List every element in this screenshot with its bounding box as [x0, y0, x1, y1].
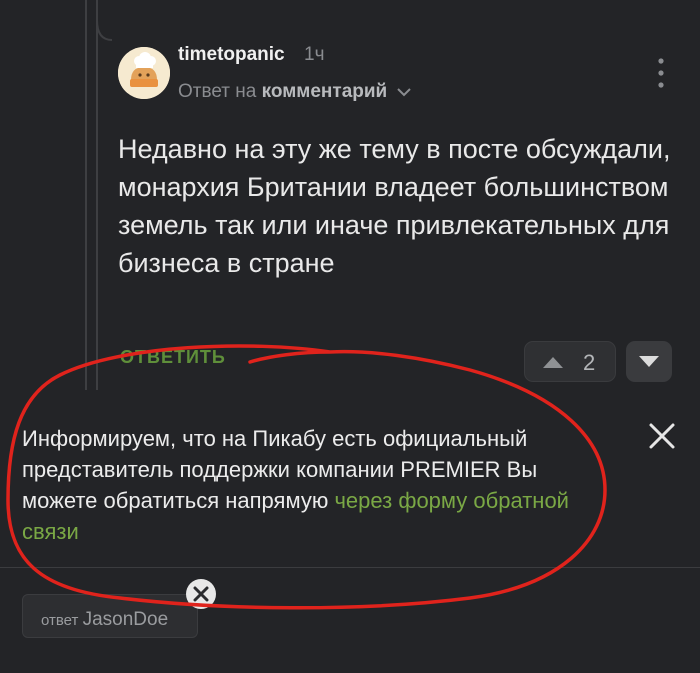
reply-to-line[interactable]: Ответ на комментарий — [178, 81, 411, 103]
comment-time: 1ч — [304, 44, 325, 65]
close-icon — [193, 586, 209, 602]
remove-reply-target-button[interactable] — [186, 579, 216, 609]
reply-target-link[interactable]: комментарий — [262, 81, 388, 102]
reply-prefix: Ответ на — [178, 81, 257, 102]
chevron-down-icon[interactable] — [396, 87, 411, 97]
reply-chip-prefix: ответ — [41, 612, 79, 629]
rating-count: 2 — [583, 350, 596, 375]
comment-username[interactable]: timetopanic — [178, 44, 285, 66]
chef-avatar-icon — [118, 47, 170, 99]
close-icon[interactable] — [646, 420, 678, 452]
arrow-down-icon — [639, 356, 659, 367]
reply-target-chip[interactable]: ответ JasonDoe — [22, 594, 198, 638]
divider — [0, 567, 700, 568]
reply-chip-name: JasonDoe — [82, 609, 169, 630]
upvote-button[interactable]: 2 — [524, 341, 616, 382]
arrow-up-icon — [543, 357, 563, 368]
downvote-button[interactable] — [626, 341, 672, 382]
more-vertical-icon[interactable] — [654, 56, 668, 90]
reply-button[interactable]: ОТВЕТИТЬ — [120, 347, 226, 368]
support-notice: Информируем, что на Пикабу есть официаль… — [22, 423, 612, 547]
user-avatar[interactable] — [118, 47, 170, 99]
comment-body: Недавно на эту же тему в посте обсуждали… — [118, 134, 671, 278]
